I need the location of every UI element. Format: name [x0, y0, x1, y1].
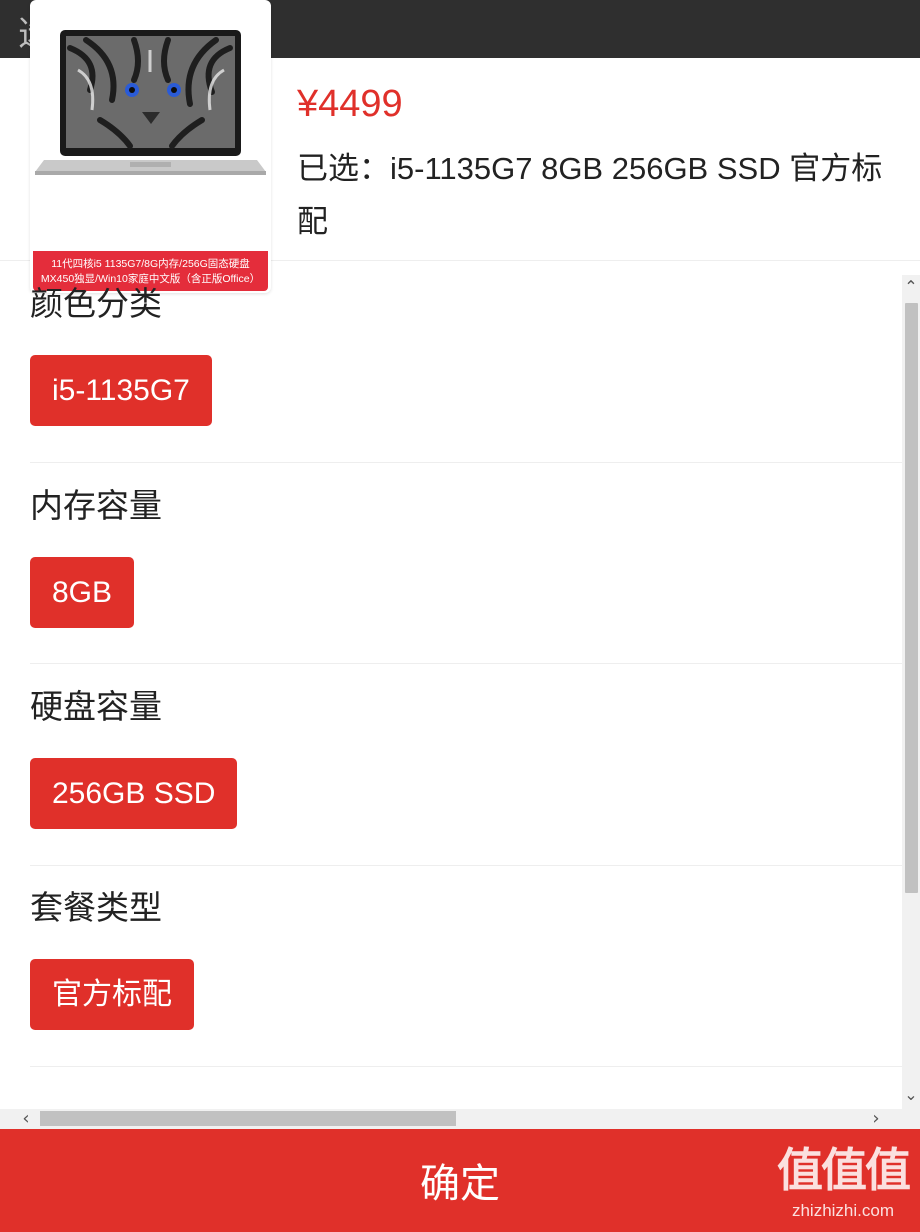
selected-variant-text: 已选：i5-1135G7 8GB 256GB SSD 官方标配 [297, 151, 883, 239]
watermark-url: zhizhizhi.com [791, 1201, 895, 1220]
product-price: ¥4499 [297, 83, 403, 125]
option-button-storage[interactable]: 256GB SSD [30, 758, 238, 829]
option-group-title: 内存容量 [30, 486, 162, 525]
scroll-down-icon[interactable]: ⌄ [902, 1083, 920, 1107]
option-group-title: 颜色分类 [30, 284, 162, 323]
option-button-package[interactable]: 官方标配 [30, 959, 194, 1030]
option-group-package: 套餐类型 官方标配 [30, 883, 902, 1067]
scroll-left-icon[interactable]: ‹ [14, 1109, 38, 1129]
product-summary: 11代四核i5 1135G7/8G内存/256G固态硬盘 MX450独显/Win… [0, 0, 920, 293]
horizontal-scrollbar[interactable]: ‹ › [0, 1109, 902, 1129]
option-group-color: 颜色分类 i5-1135G7 [30, 279, 902, 463]
option-button-cpu[interactable]: i5-1135G7 [30, 355, 212, 426]
option-group-storage: 硬盘容量 256GB SSD [30, 682, 902, 866]
option-button-memory[interactable]: 8GB [30, 557, 135, 628]
vertical-scroll-thumb[interactable] [905, 303, 918, 893]
scroll-right-icon[interactable]: › [864, 1109, 888, 1129]
scroll-up-icon[interactable]: ⌃ [902, 275, 920, 299]
options-scroll-area[interactable]: 颜色分类 i5-1135G7 内存容量 8GB 硬盘容量 256GB SSD 套… [0, 261, 902, 1109]
horizontal-scroll-thumb[interactable] [40, 1111, 456, 1126]
option-group-memory: 内存容量 8GB [30, 481, 902, 664]
option-group-title: 套餐类型 [30, 888, 162, 927]
scrollbar-corner [902, 1109, 920, 1129]
laptop-image [35, 30, 266, 175]
vertical-scrollbar[interactable]: ⌃ ⌄ [902, 275, 920, 1109]
option-group-title: 硬盘容量 [30, 687, 162, 726]
watermark-glyph: 值值值 [777, 1143, 911, 1197]
product-thumbnail: 11代四核i5 1135G7/8G内存/256G固态硬盘 MX450独显/Win… [30, 0, 271, 293]
watermark-logo: 值值值 zhizhizhi.com [768, 1140, 918, 1228]
